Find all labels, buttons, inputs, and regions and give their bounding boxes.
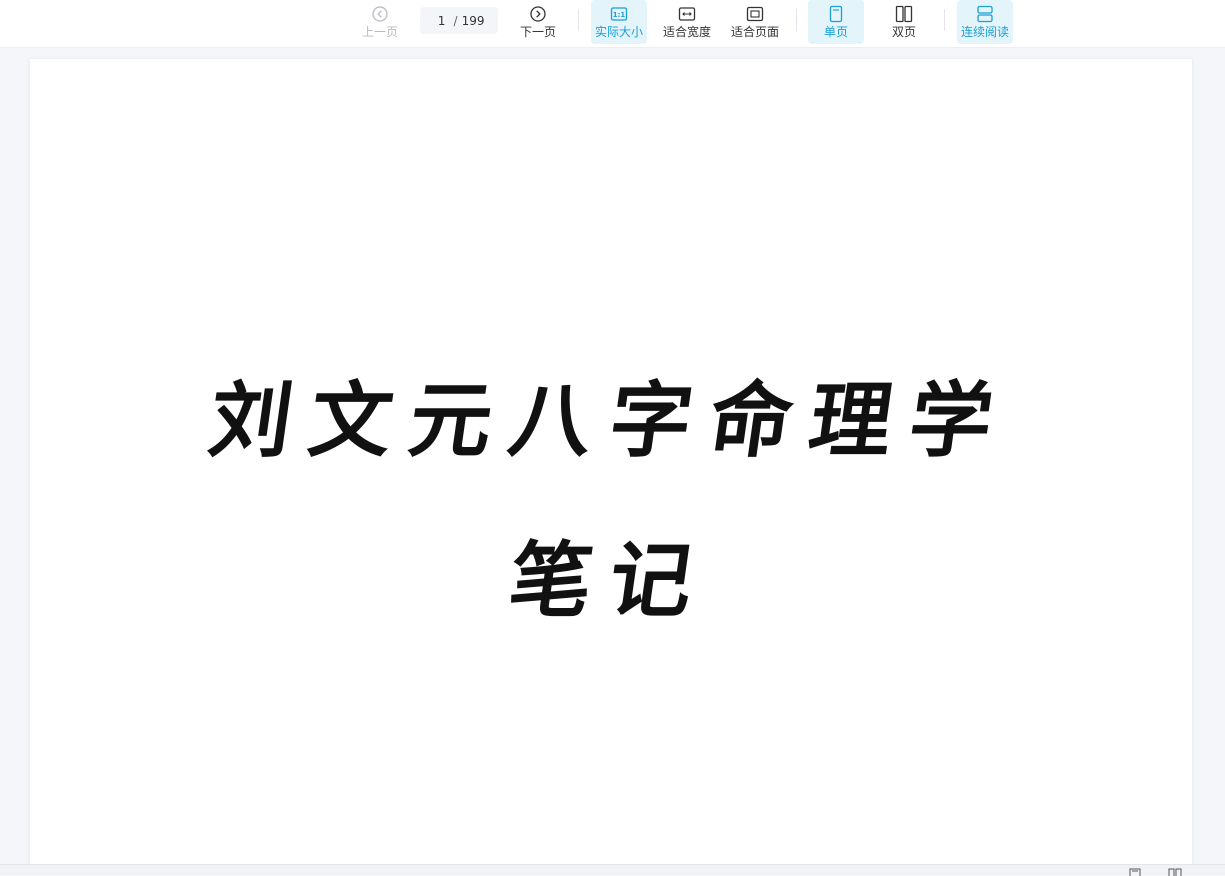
document-title-line1: 刘文元八字命理学 [203, 373, 1017, 469]
fit-page-button[interactable]: 适合页面 [727, 0, 783, 44]
toolbar-divider [578, 9, 579, 31]
prev-page-label: 上一页 [361, 25, 398, 39]
current-page-input[interactable] [433, 13, 450, 28]
single-page-label: 单页 [823, 25, 848, 39]
fit-page-label: 适合页面 [730, 25, 779, 39]
document-viewer[interactable]: 刘文元八字命理学 笔记 [0, 49, 1225, 869]
chevron-right-circle-icon [530, 6, 546, 22]
toolbar-divider [796, 9, 797, 31]
fit-width-button[interactable]: 适合宽度 [659, 0, 715, 44]
continuous-read-icon [977, 5, 993, 23]
single-page-icon [829, 5, 843, 23]
next-page-label: 下一页 [519, 25, 556, 39]
page-indicator: / 199 [420, 7, 498, 34]
actual-size-button[interactable]: 1:1 实际大小 [591, 0, 647, 44]
toolbar-divider [944, 9, 945, 31]
actual-size-icon-text: 1:1 [613, 11, 626, 19]
status-bar [0, 864, 1225, 876]
double-page-icon [895, 5, 913, 23]
double-page-button[interactable]: 双页 [876, 0, 932, 44]
fit-page-icon [746, 6, 764, 22]
continuous-read-button[interactable]: 连续阅读 [957, 0, 1013, 44]
prev-page-button[interactable]: 上一页 [358, 0, 402, 44]
actual-size-icon: 1:1 [610, 7, 628, 21]
double-page-label: 双页 [891, 25, 916, 39]
actual-size-label: 实际大小 [594, 25, 643, 39]
fit-width-icon [678, 7, 696, 21]
chevron-left-circle-icon [372, 6, 388, 22]
page-separator: / [453, 13, 458, 28]
document-page: 刘文元八字命理学 笔记 [30, 59, 1192, 869]
next-page-button[interactable]: 下一页 [516, 0, 560, 44]
continuous-read-label: 连续阅读 [960, 25, 1009, 39]
toolbar: 上一页 / 199 下一页 1:1 实际大小 适合宽度 适合页面 [0, 0, 1225, 48]
single-page-button[interactable]: 单页 [808, 0, 864, 44]
document-title-line2: 笔记 [503, 533, 717, 629]
total-pages: 199 [461, 13, 485, 28]
fit-width-label: 适合宽度 [662, 25, 711, 39]
